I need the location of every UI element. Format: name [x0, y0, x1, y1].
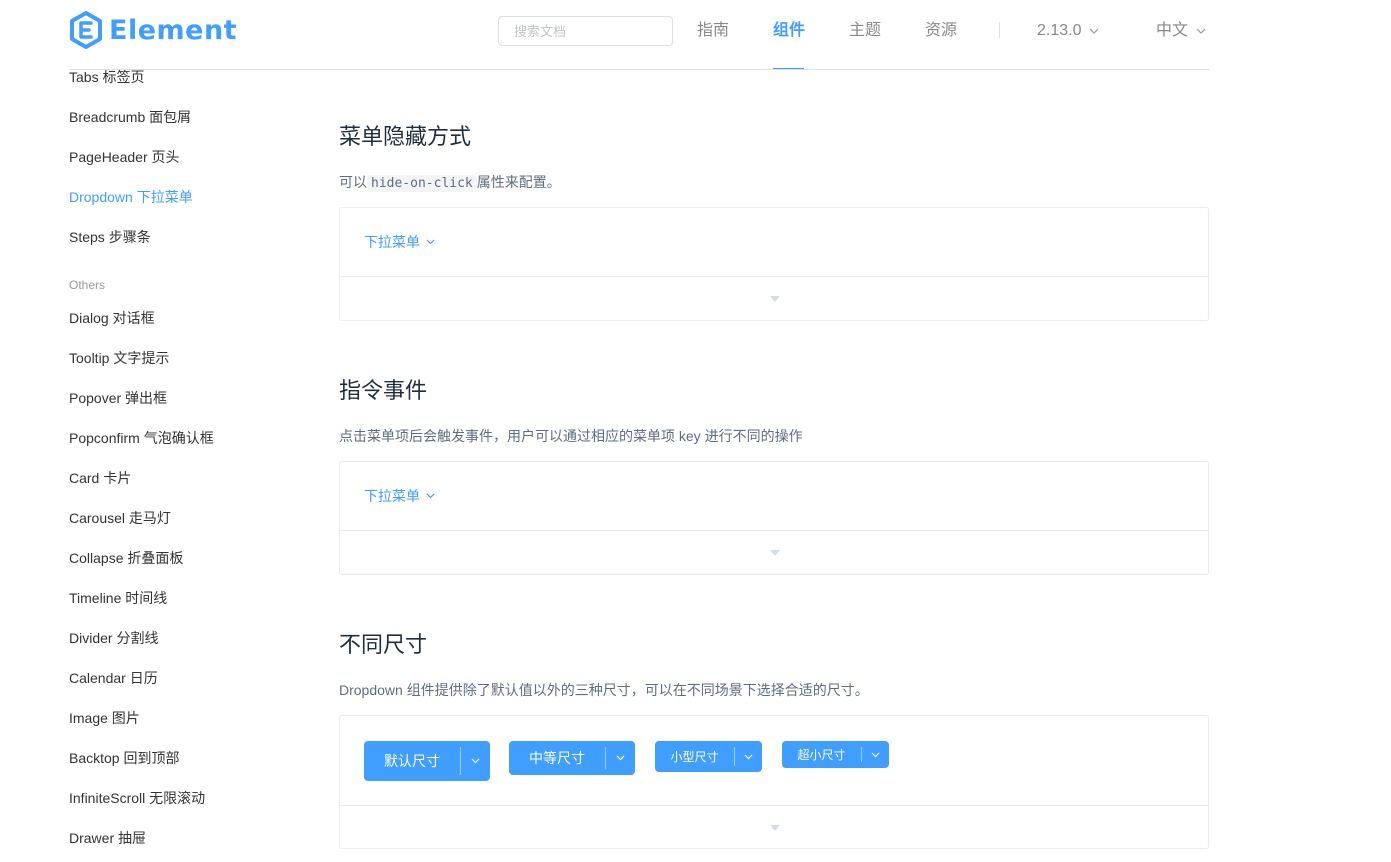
- sidebar-item-popconfirm[interactable]: Popconfirm 气泡确认框: [69, 428, 214, 448]
- dropdown-trigger[interactable]: 下拉菜单: [364, 486, 435, 506]
- small-size-arrow-button[interactable]: [735, 741, 762, 772]
- mini-size-arrow-button[interactable]: [862, 741, 889, 768]
- demo-source: 下拉菜单: [340, 208, 1208, 277]
- split-button-medium: 中等尺寸: [509, 741, 635, 775]
- sidebar-item-infinitescroll[interactable]: InfiniteScroll 无限滚动: [69, 788, 205, 808]
- section-desc-hide-on-click: 可以 hide-on-click 属性来配置。: [339, 172, 561, 192]
- chevron-down-icon: [1090, 28, 1099, 34]
- nav-resources[interactable]: 资源: [925, 20, 957, 42]
- nav-theme[interactable]: 主题: [849, 20, 881, 42]
- chevron-down-icon: [426, 493, 435, 499]
- sidebar-item-carousel[interactable]: Carousel 走马灯: [69, 508, 171, 528]
- section-desc-sizes: Dropdown 组件提供除了默认值以外的三种尺寸，可以在不同场景下选择合适的尺…: [339, 682, 869, 698]
- sidebar-item-drawer[interactable]: Drawer 抽屉: [69, 828, 146, 848]
- element-hexagon-icon: [70, 11, 102, 49]
- chevron-down-icon: [1196, 28, 1206, 34]
- section-desc-command-event: 点击菜单项后会触发事件，用户可以通过相应的菜单项 key 进行不同的操作: [339, 428, 803, 444]
- section-title-sizes: 不同尺寸: [339, 632, 428, 657]
- sidebar-item-card[interactable]: Card 卡片: [69, 468, 131, 488]
- caret-down-icon: [770, 296, 780, 302]
- language-dropdown[interactable]: 中文: [1156, 20, 1206, 42]
- demo-expand-control[interactable]: [340, 531, 1208, 574]
- sidebar-group-others: Others: [69, 278, 106, 292]
- demo-source: 下拉菜单: [340, 462, 1208, 531]
- element-logo[interactable]: Element: [69, 10, 237, 50]
- sidebar-item-timeline[interactable]: Timeline 时间线: [69, 588, 167, 608]
- caret-down-icon: [770, 550, 780, 556]
- chevron-down-icon: [426, 239, 435, 245]
- caret-down-icon: [770, 825, 780, 831]
- sidebar-item-backtop[interactable]: Backtop 回到顶部: [69, 748, 179, 768]
- small-size-button[interactable]: 小型尺寸: [655, 741, 734, 772]
- logo-text: Element: [109, 14, 238, 46]
- split-button-mini: 超小尺寸: [782, 741, 889, 768]
- sidebar-item-pageheader[interactable]: PageHeader 页头: [69, 147, 180, 167]
- demo-source: 默认尺寸 中等尺寸 小型尺寸 超小尺寸: [340, 716, 1208, 806]
- search-input[interactable]: [498, 16, 673, 46]
- header-divider: [69, 69, 1209, 70]
- sidebar-item-image[interactable]: Image 图片: [69, 708, 140, 728]
- sidebar-item-tabs[interactable]: Tabs 标签页: [69, 67, 144, 87]
- sidebar-item-collapse[interactable]: Collapse 折叠面板: [69, 548, 183, 568]
- sidebar-item-dialog[interactable]: Dialog 对话框: [69, 308, 155, 328]
- sidebar-item-popover[interactable]: Popover 弹出框: [69, 388, 167, 408]
- chevron-down-icon: [871, 752, 880, 757]
- version-label: 2.13.0: [1037, 22, 1082, 39]
- demo-expand-control[interactable]: [340, 277, 1208, 320]
- demo-block-hide-on-click: 下拉菜单: [339, 207, 1209, 321]
- split-button-default: 默认尺寸: [364, 741, 490, 781]
- sidebar-item-steps[interactable]: Steps 步骤条: [69, 227, 151, 247]
- chevron-down-icon: [744, 754, 753, 759]
- desc-prefix: 可以: [339, 174, 367, 190]
- sidebar-item-calendar[interactable]: Calendar 日历: [69, 668, 158, 688]
- medium-size-arrow-button[interactable]: [606, 741, 635, 775]
- dropdown-label: 下拉菜单: [364, 234, 420, 250]
- split-button-small: 小型尺寸: [655, 741, 762, 772]
- section-title-hide-on-click: 菜单隐藏方式: [339, 124, 472, 149]
- demo-block-command-event: 下拉菜单: [339, 461, 1209, 575]
- sidebar-item-breadcrumb[interactable]: Breadcrumb 面包屑: [69, 107, 191, 127]
- language-label: 中文: [1156, 22, 1189, 39]
- desc-suffix: 属性来配置。: [476, 174, 561, 190]
- top-header: Element 指南 组件 主题 资源 2.13.0 中文: [0, 0, 1391, 70]
- dropdown-label: 下拉菜单: [364, 488, 420, 504]
- demo-block-sizes: 默认尺寸 中等尺寸 小型尺寸 超小尺寸: [339, 715, 1209, 849]
- nav-divider: [999, 22, 1000, 38]
- sidebar-item-divider[interactable]: Divider 分割线: [69, 628, 158, 648]
- chevron-down-icon: [616, 755, 625, 761]
- chevron-down-icon: [471, 758, 480, 764]
- mini-size-button[interactable]: 超小尺寸: [782, 741, 861, 768]
- version-dropdown[interactable]: 2.13.0: [1037, 20, 1099, 42]
- demo-expand-control[interactable]: [340, 806, 1208, 849]
- sidebar-item-dropdown[interactable]: Dropdown 下拉菜单: [69, 187, 193, 207]
- nav-components[interactable]: 组件: [773, 20, 805, 42]
- default-size-button[interactable]: 默认尺寸: [364, 741, 460, 781]
- inline-code: hide-on-click: [367, 175, 477, 192]
- section-title-command-event: 指令事件: [339, 378, 428, 403]
- sidebar-item-tooltip[interactable]: Tooltip 文字提示: [69, 348, 169, 368]
- dropdown-trigger[interactable]: 下拉菜单: [364, 232, 435, 252]
- nav-guide[interactable]: 指南: [697, 20, 729, 42]
- default-size-arrow-button[interactable]: [461, 741, 490, 781]
- medium-size-button[interactable]: 中等尺寸: [509, 741, 605, 775]
